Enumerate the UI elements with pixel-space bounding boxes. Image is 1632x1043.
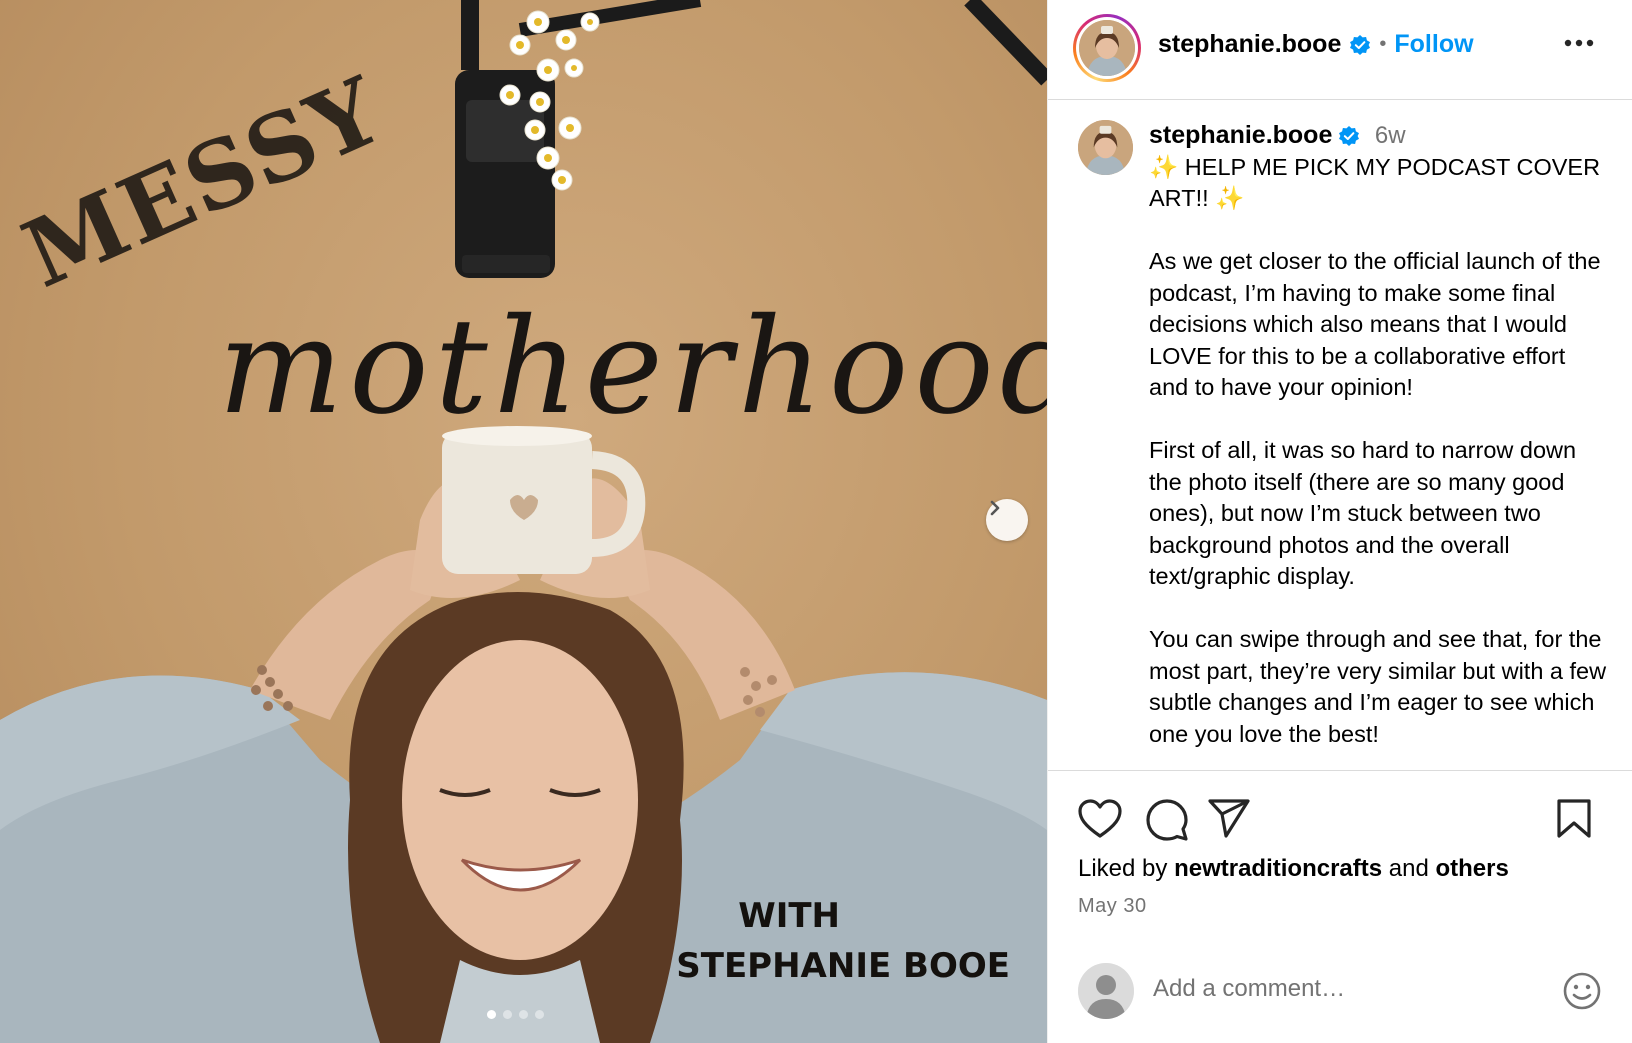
header-avatar[interactable] <box>1073 14 1141 82</box>
more-options-button[interactable] <box>1564 34 1594 52</box>
caption-headline: ✨ HELP ME PICK MY PODCAST COVER ART!! ✨ <box>1149 152 1609 215</box>
like-button[interactable] <box>1078 799 1122 844</box>
bookmark-icon <box>1557 799 1591 838</box>
post-header: stephanie.booe • Follow <box>1048 0 1632 100</box>
emoji-button[interactable] <box>1562 971 1602 1016</box>
avatar-photo <box>1079 20 1135 76</box>
post-date[interactable]: May 30 <box>1078 895 1147 918</box>
likes-summary: Liked by newtraditioncrafts and others <box>1078 855 1509 883</box>
comment-composer <box>1078 963 1608 1021</box>
comment-input[interactable] <box>1153 975 1523 1003</box>
post-actions: Liked by newtraditioncrafts and others M… <box>1048 770 1632 1043</box>
caption-body: stephanie.booe 6w ✨ HELP ME PICK MY PODC… <box>1149 120 1609 750</box>
follow-button[interactable]: Follow <box>1394 30 1473 59</box>
post-media[interactable]: MESSY motherhood WITH STEPHANIE BOOE <box>0 0 1047 1043</box>
verified-badge-icon <box>1349 34 1371 56</box>
cover-subtitle-name: STEPHANIE BOOE <box>676 946 1010 986</box>
header-separator: • <box>1379 33 1387 55</box>
post-time[interactable]: 6w <box>1375 122 1406 149</box>
user-placeholder-icon <box>1078 963 1134 1019</box>
cover-title-motherhood: motherhood <box>218 290 1047 444</box>
verified-badge-icon <box>1339 125 1360 146</box>
caption-username[interactable]: stephanie.booe <box>1149 120 1332 152</box>
comment-button[interactable] <box>1146 799 1188 846</box>
caption-section: stephanie.booe 6w ✨ HELP ME PICK MY PODC… <box>1048 100 1632 770</box>
more-horizontal-icon <box>1564 39 1594 47</box>
heart-icon <box>1078 799 1122 838</box>
caption-paragraph: As we get closer to the official launch … <box>1149 248 1608 400</box>
likes-others-link[interactable]: others <box>1435 855 1508 882</box>
post-side-panel: stephanie.booe • Follow stephanie.booe 6… <box>1047 0 1632 1043</box>
current-user-avatar <box>1078 963 1134 1019</box>
likes-user-link[interactable]: newtraditioncrafts <box>1174 855 1382 882</box>
carousel-indicator <box>487 1010 544 1019</box>
cover-subtitle-with: WITH <box>738 896 840 936</box>
header-username[interactable]: stephanie.booe <box>1158 30 1341 59</box>
avatar-photo <box>1078 120 1133 175</box>
likes-prefix: Liked by <box>1078 855 1168 882</box>
caption-paragraph: You can swipe through and see that, for … <box>1149 626 1613 747</box>
avatar <box>1079 20 1135 76</box>
carousel-next-button[interactable] <box>986 499 1028 541</box>
sparkle-emoji: ✨ <box>1215 185 1245 211</box>
chevron-right-icon <box>990 500 1000 516</box>
carousel-dot <box>535 1010 544 1019</box>
send-icon <box>1208 799 1250 838</box>
carousel-dot <box>487 1010 496 1019</box>
share-button[interactable] <box>1208 799 1250 844</box>
carousel-dot <box>519 1010 528 1019</box>
save-button[interactable] <box>1556 799 1592 844</box>
smiley-icon <box>1563 972 1601 1010</box>
caption-paragraph: First of all, it was so hard to narrow d… <box>1149 437 1583 589</box>
avatar[interactable] <box>1078 120 1133 175</box>
carousel-dot <box>503 1010 512 1019</box>
comment-icon <box>1146 799 1188 841</box>
sparkle-emoji: ✨ <box>1149 153 1179 180</box>
likes-middle: and <box>1388 855 1429 882</box>
